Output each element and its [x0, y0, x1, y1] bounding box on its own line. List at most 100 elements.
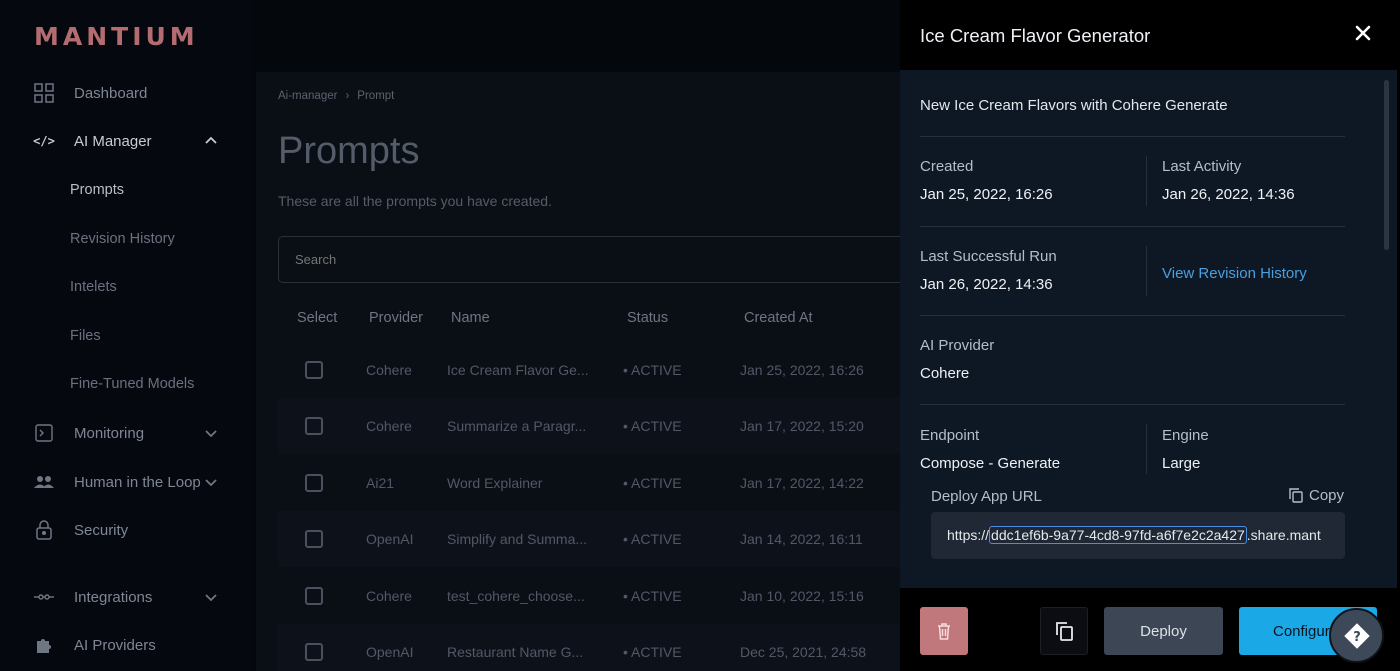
table-row[interactable]: OpenAI Simplify and Summa... • ACTIVE Ja…: [278, 511, 908, 567]
divider: [920, 136, 1345, 137]
sidebar-item-human-in-the-loop[interactable]: Human in the Loop: [0, 465, 250, 499]
column-header-name[interactable]: Name: [451, 310, 490, 326]
divider: [920, 315, 1345, 316]
cell-created-at: Jan 17, 2022, 15:20: [740, 418, 864, 434]
breadcrumb: Ai-manager › Prompt: [278, 90, 394, 102]
last-activity-label: Last Activity: [1162, 158, 1242, 175]
endpoint-label: Endpoint: [920, 427, 980, 444]
drawer-title: Ice Cream Flavor Generator: [920, 25, 1151, 46]
url-suffix: .share.mant: [1246, 527, 1321, 543]
endpoint-value: Compose - Generate: [920, 455, 1061, 472]
terminal-icon: [33, 422, 55, 444]
engine-value: Large: [1162, 455, 1201, 472]
created-value: Jan 25, 2022, 16:26: [920, 186, 1053, 203]
column-header-status[interactable]: Status: [627, 310, 668, 326]
sidebar-item-label: AI Manager: [74, 132, 152, 150]
sidebar-subitem-prompts[interactable]: Prompts: [70, 178, 124, 202]
cell-created-at: Dec 25, 2021, 24:58: [740, 644, 867, 660]
table-row[interactable]: Cohere Summarize a Paragr... • ACTIVE Ja…: [278, 398, 908, 454]
cell-status: • ACTIVE: [623, 362, 682, 378]
cell-status: • ACTIVE: [623, 475, 682, 491]
cell-status: • ACTIVE: [623, 418, 682, 434]
delete-button[interactable]: [920, 607, 968, 655]
cell-created-at: Jan 10, 2022, 15:16: [740, 588, 864, 604]
row-checkbox[interactable]: [305, 643, 323, 661]
url-prefix: https://: [947, 527, 990, 543]
sidebar-item-label: Monitoring: [74, 424, 145, 442]
table-row[interactable]: OpenAI Restaurant Name G... • ACTIVE Dec…: [278, 624, 908, 671]
cell-created-at: Jan 17, 2022, 14:22: [740, 475, 864, 491]
lock-icon: [33, 519, 55, 541]
column-header-created-at[interactable]: Created At: [744, 310, 813, 326]
column-header-provider[interactable]: Provider: [369, 310, 423, 326]
copy-icon: [1289, 488, 1303, 503]
chevron-down-icon[interactable]: [204, 475, 218, 489]
row-checkbox[interactable]: [305, 530, 323, 548]
row-checkbox[interactable]: [305, 587, 323, 605]
ai-provider-value: Cohere: [920, 365, 970, 382]
sidebar-item-monitoring[interactable]: Monitoring: [0, 416, 250, 450]
deploy-app-url-label: Deploy App URL: [931, 488, 1042, 505]
view-revision-history-link[interactable]: View Revision History: [1162, 265, 1307, 282]
sidebar-item-label: Dashboard: [74, 84, 148, 102]
deploy-button[interactable]: Deploy: [1104, 607, 1223, 655]
sidebar-item-ai-manager[interactable]: </> AI Manager: [0, 124, 250, 158]
table-row[interactable]: Cohere Ice Cream Flavor Ge... • ACTIVE J…: [278, 342, 908, 398]
sidebar: MANTIUM Dashboard </> AI Manager Prompts…: [0, 0, 250, 671]
sidebar-subitem-revision-history[interactable]: Revision History: [70, 227, 175, 251]
cell-name: Word Explainer: [447, 475, 543, 491]
cell-provider: OpenAI: [366, 531, 414, 547]
divider: [1146, 246, 1147, 296]
help-icon: ?: [1343, 622, 1370, 649]
breadcrumb-item-ai-manager[interactable]: Ai-manager: [278, 90, 337, 102]
sidebar-item-security[interactable]: Security: [0, 513, 250, 547]
sidebar-subitem-files[interactable]: Files: [70, 324, 101, 348]
sidebar-subitem-intelets[interactable]: Intelets: [70, 275, 117, 299]
row-checkbox[interactable]: [305, 474, 323, 492]
last-successful-run-label: Last Successful Run: [920, 248, 1057, 265]
created-label: Created: [920, 158, 974, 175]
trash-icon: [938, 622, 950, 640]
chevron-up-icon[interactable]: [204, 134, 218, 148]
row-checkbox[interactable]: [305, 361, 323, 379]
search-input[interactable]: [278, 236, 918, 283]
last-activity-value: Jan 26, 2022, 14:36: [1162, 186, 1295, 203]
drawer-body: New Ice Cream Flavors with Cohere Genera…: [900, 70, 1397, 588]
cell-created-at: Jan 25, 2022, 16:26: [740, 362, 864, 378]
row-checkbox[interactable]: [305, 417, 323, 435]
help-button[interactable]: ?: [1329, 608, 1384, 663]
cell-name: Restaurant Name G...: [447, 644, 584, 660]
people-icon: [33, 471, 55, 493]
code-icon: </>: [33, 134, 55, 148]
chevron-down-icon[interactable]: [204, 426, 218, 440]
cell-status: • ACTIVE: [623, 644, 682, 660]
sidebar-item-ai-providers[interactable]: AI Providers: [0, 628, 250, 662]
copy-label: Copy: [1309, 487, 1345, 504]
sidebar-item-label: Integrations: [74, 588, 153, 606]
cell-name: Simplify and Summa...: [447, 531, 588, 547]
last-successful-run-value: Jan 26, 2022, 14:36: [920, 276, 1053, 293]
sidebar-subitem-fine-tuned-models[interactable]: Fine-Tuned Models: [70, 372, 194, 396]
cell-name: Summarize a Paragr...: [447, 418, 587, 434]
drawer-scrollbar[interactable]: [1384, 80, 1389, 250]
chevron-down-icon[interactable]: [204, 590, 218, 604]
deploy-app-url-text[interactable]: https://ddc1ef6b-9a77-4cd8-97fd-a6f7e2c2…: [947, 526, 1321, 544]
sidebar-item-label: AI Providers: [74, 636, 156, 654]
deploy-app-url-field[interactable]: https://ddc1ef6b-9a77-4cd8-97fd-a6f7e2c2…: [931, 512, 1345, 559]
table-row[interactable]: Cohere test_cohere_choose... • ACTIVE Ja…: [278, 568, 908, 624]
sidebar-item-integrations[interactable]: Integrations: [0, 580, 250, 614]
cell-name: Ice Cream Flavor Ge...: [447, 362, 589, 378]
sidebar-item-dashboard[interactable]: Dashboard: [0, 76, 250, 110]
divider: [1146, 156, 1147, 206]
duplicate-button[interactable]: [1040, 607, 1088, 655]
divider: [920, 226, 1345, 227]
table-row[interactable]: Ai21 Word Explainer • ACTIVE Jan 17, 202…: [278, 455, 908, 511]
mantium-logo[interactable]: MANTIUM: [34, 22, 199, 51]
page-title: Prompts: [278, 130, 420, 172]
duplicate-icon: [1056, 622, 1073, 641]
close-icon[interactable]: [1352, 22, 1374, 44]
column-header-select: Select: [297, 310, 338, 326]
cell-status: • ACTIVE: [623, 588, 682, 604]
cell-provider: Cohere: [366, 588, 412, 604]
copy-button[interactable]: Copy: [1289, 487, 1344, 504]
